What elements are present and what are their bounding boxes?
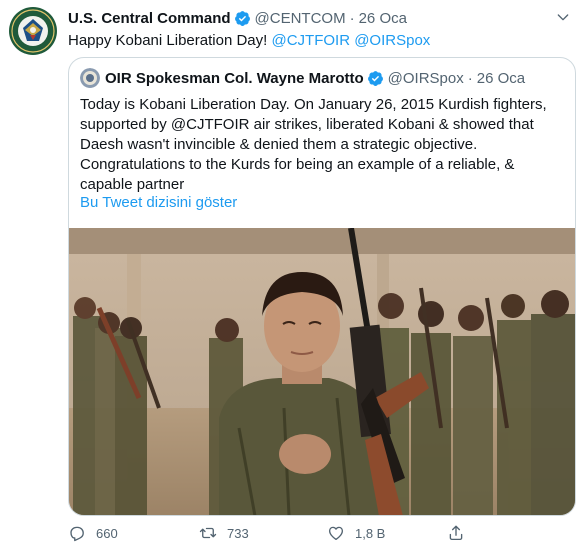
photo-image	[69, 228, 575, 515]
show-thread-link[interactable]: Bu Tweet dizisini göster	[80, 193, 237, 213]
quoted-text: Today is Kobani Liberation Day. On Janua…	[80, 96, 547, 193]
author-name[interactable]: U.S. Central Command	[68, 10, 231, 27]
like-button[interactable]: 1,8 B	[327, 524, 447, 542]
share-icon	[449, 525, 463, 541]
quoted-author-name: OIR Spokesman Col. Wayne Marotto	[105, 69, 364, 87]
tweet-text-body: Happy Kobani Liberation Day!	[68, 32, 272, 49]
reply-count: 660	[96, 525, 118, 541]
reply-icon	[70, 526, 84, 542]
reply-button[interactable]: 660	[68, 524, 199, 542]
share-button[interactable]	[447, 524, 475, 542]
heart-icon	[328, 526, 344, 541]
tweet-card[interactable]: U.S. Central Command @CENTCOM · 26 Oca H…	[0, 0, 588, 556]
mention-link[interactable]: @OIRSpox	[354, 32, 430, 49]
tweet-header: U.S. Central Command @CENTCOM · 26 Oca	[68, 8, 407, 28]
verified-badge-icon	[234, 10, 250, 26]
mention-link[interactable]: @CJTFOIR	[271, 32, 350, 49]
quoted-tweet[interactable]: OIR Spokesman Col. Wayne Marotto @OIRSpo…	[68, 57, 576, 516]
author-handle[interactable]: @CENTCOM	[255, 10, 346, 27]
retweet-button[interactable]: 733	[199, 524, 327, 542]
tweet-photo[interactable]	[69, 228, 575, 515]
action-bar: 660 733 1,8 B	[68, 521, 475, 545]
avatar[interactable]	[8, 6, 58, 56]
more-options-button[interactable]	[552, 6, 574, 28]
chevron-down-icon	[557, 14, 569, 21]
oir-logo-icon	[80, 68, 100, 88]
like-count: 1,8 B	[355, 525, 386, 541]
verified-badge-icon	[367, 70, 383, 86]
quoted-date: 26 Oca	[476, 69, 526, 87]
tweet-date[interactable]: 26 Oca	[359, 10, 407, 27]
tweet-text: Happy Kobani Liberation Day! @CJTFOIR @O…	[68, 31, 430, 51]
separator-dot: ·	[349, 9, 355, 27]
quoted-header: OIR Spokesman Col. Wayne Marotto @OIRSpo…	[80, 68, 525, 88]
retweet-icon	[199, 527, 217, 539]
quoted-avatar	[80, 68, 100, 88]
quoted-handle: @OIRSpox	[387, 69, 464, 87]
separator-dot: ·	[467, 69, 473, 87]
centcom-seal-icon	[9, 7, 57, 55]
retweet-count: 733	[227, 525, 249, 541]
